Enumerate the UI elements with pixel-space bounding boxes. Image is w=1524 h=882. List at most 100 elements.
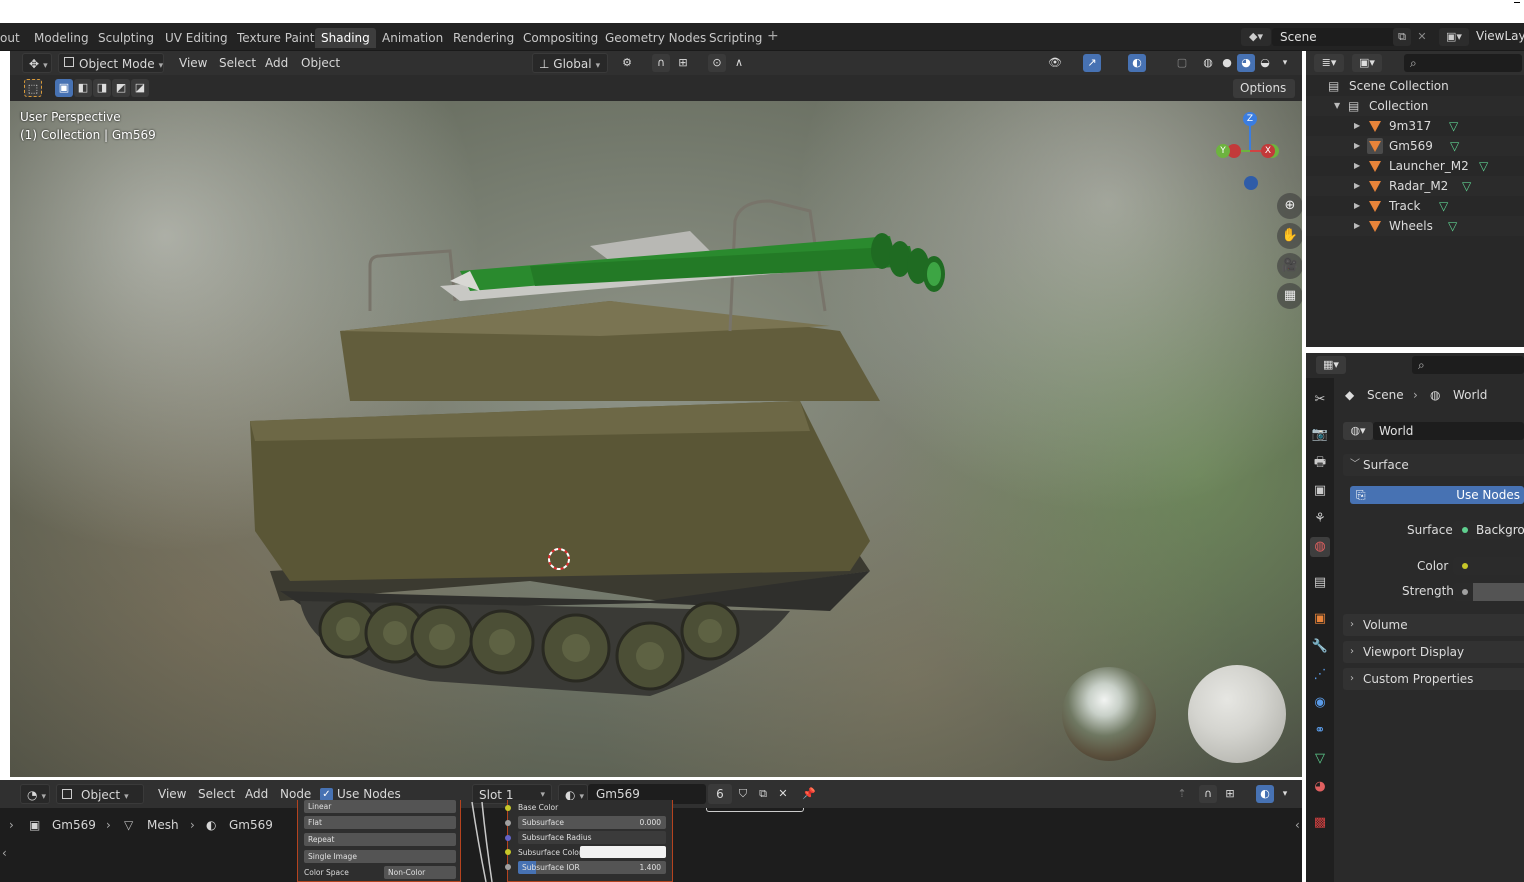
select-new-icon[interactable]: ▣ [55, 79, 73, 97]
material-users-count[interactable]: 6 [708, 784, 732, 804]
minimize-glyph[interactable] [1514, 2, 1520, 3]
node-menu-select[interactable]: Select [198, 784, 235, 804]
mesh-data-icon[interactable]: ▽ [1439, 196, 1448, 216]
outliner-object-row[interactable]: ▶ Gm569 ▽ [1306, 136, 1524, 156]
editor-type-icon[interactable]: ✥ ▾ [22, 53, 52, 73]
3d-viewport[interactable]: User Perspective (1) Collection | Gm569 … [10, 101, 1302, 777]
outliner-object-row[interactable]: ▶ Launcher_M2 ▽ [1306, 156, 1524, 176]
display-mode-icon[interactable]: ▣▾ [1352, 54, 1382, 72]
ortho-toggle-icon[interactable]: ▦ [1277, 283, 1302, 309]
image-texture-node[interactable]: Linear Flat Repeat Single Image Color Sp… [297, 800, 461, 882]
camera-view-icon[interactable]: 🎥 [1277, 253, 1302, 279]
tab-animation[interactable]: Animation [376, 28, 449, 48]
surface-shader-field[interactable]: Backgrou [1453, 521, 1524, 539]
zoom-icon[interactable]: ⊕ [1277, 193, 1302, 219]
collection-tab-icon[interactable]: ▤ [1310, 573, 1330, 593]
expand-triangle-icon[interactable]: ▶ [1354, 156, 1360, 176]
xray-icon[interactable]: ▢ [1173, 54, 1191, 72]
outliner-object-row[interactable]: ▶ 9m317 ▽ [1306, 116, 1524, 136]
volume-panel-header[interactable]: › Volume [1343, 614, 1524, 636]
strength-slider[interactable] [1473, 583, 1524, 601]
node-snap-target-icon[interactable]: ⊞ [1221, 785, 1239, 803]
properties-type-icon[interactable]: ▦▾ [1316, 356, 1346, 374]
view-layer-name[interactable]: ViewLaye [1476, 29, 1524, 43]
outliner-object-row[interactable]: ▶ Track ▽ [1306, 196, 1524, 216]
expand-triangle-icon[interactable]: ▶ [1354, 176, 1360, 196]
color-field[interactable] [1453, 557, 1524, 575]
view-layer-tab-icon[interactable]: ▣ [1310, 481, 1330, 501]
menu-select[interactable]: Select [219, 53, 256, 73]
falloff-icon[interactable]: ∧ [730, 54, 748, 72]
toolbar-toggle-arrow-icon[interactable]: ‹ [2, 846, 7, 860]
menu-add[interactable]: Add [265, 53, 288, 73]
properties-search-input[interactable]: ⌕ [1412, 356, 1524, 374]
outliner-collection[interactable]: ▼ ▤ Collection [1306, 96, 1524, 116]
fake-user-shield-icon[interactable]: ⛉ [734, 785, 752, 803]
overlay-toggle-icon[interactable]: ◐ [1128, 54, 1146, 72]
wireframe-shading-icon[interactable]: ◍ [1199, 54, 1217, 72]
sidebar-toggle-arrow-icon[interactable]: ‹ [1295, 818, 1300, 832]
pan-hand-icon[interactable]: ✋ [1277, 223, 1302, 249]
add-workspace-button[interactable]: + [767, 28, 779, 44]
subsurface-radius-dropdown[interactable]: Subsurface Radius [518, 831, 666, 844]
tab-texture-paint[interactable]: Texture Paint [231, 28, 320, 48]
scene-selector-icon[interactable]: ◆▾ [1241, 28, 1271, 46]
tab-uv-editing[interactable]: UV Editing [159, 28, 234, 48]
collapse-triangle-icon[interactable]: ▼ [1334, 96, 1340, 116]
modifier-tab-icon[interactable]: 🔧 [1310, 637, 1330, 657]
tab-compositing[interactable]: Compositing [517, 28, 604, 48]
mesh-data-icon[interactable]: ▽ [1448, 216, 1457, 236]
expand-triangle-icon[interactable]: ▶ [1354, 136, 1360, 156]
tab-scripting[interactable]: Scripting [703, 28, 768, 48]
node-menu-view[interactable]: View [158, 784, 186, 804]
output-tab-icon[interactable]: 🖶 [1310, 453, 1330, 473]
tab-modeling[interactable]: Modeling [28, 28, 95, 48]
pin-icon[interactable]: 📌 [800, 785, 818, 803]
node-editor-type-icon[interactable]: ◔ ▾ [20, 784, 50, 804]
tool-tab-icon[interactable]: ✂ [1310, 390, 1330, 410]
subsurface-radius-socket[interactable] [505, 835, 511, 841]
expand-triangle-icon[interactable]: ▶ [1354, 116, 1360, 136]
subsurface-color-socket[interactable] [505, 849, 511, 855]
shading-options-chevron-icon[interactable]: ▾ [1276, 54, 1294, 72]
outliner-type-icon[interactable]: ≣▾ [1314, 54, 1344, 72]
select-extend-icon[interactable]: ◧ [74, 79, 92, 97]
mesh-data-icon[interactable]: ▽ [1462, 176, 1471, 196]
color-space-dropdown[interactable]: Non-Color [384, 866, 456, 879]
gizmo-z-axis[interactable]: Z [1243, 112, 1257, 126]
strength-field[interactable] [1453, 583, 1524, 601]
subsurface-color-swatch[interactable] [580, 846, 666, 858]
constraints-tab-icon[interactable]: ⚭ [1310, 721, 1330, 741]
base-color-socket[interactable] [505, 805, 511, 811]
close-scene-icon[interactable]: ✕ [1413, 28, 1431, 46]
node-overlay-chevron-icon[interactable]: ▾ [1276, 785, 1294, 803]
outliner-object-row[interactable]: ▶ Radar_M2 ▽ [1306, 176, 1524, 196]
pivot-point-icon[interactable]: ⚙ [618, 54, 636, 72]
use-nodes-button[interactable]: ⎘ Use Nodes [1350, 486, 1524, 504]
menu-object[interactable]: Object [301, 53, 340, 73]
source-dropdown[interactable]: Single Image [304, 850, 456, 863]
select-subtract-icon[interactable]: ◨ [93, 79, 111, 97]
gizmo-toggle-icon[interactable]: ↗ [1083, 54, 1101, 72]
outliner-object-row[interactable]: ▶ Wheels ▽ [1306, 216, 1524, 236]
rendered-shading-icon[interactable]: ◒ [1256, 54, 1274, 72]
new-scene-icon[interactable]: ⧉ [1393, 28, 1411, 46]
texture-tab-icon[interactable]: ▩ [1310, 813, 1330, 833]
tab-sculpting[interactable]: Sculpting [92, 28, 160, 48]
mesh-data-icon[interactable]: ▽ [1449, 116, 1458, 136]
tab-rendering[interactable]: Rendering [447, 28, 520, 48]
snap-target-icon[interactable]: ⊞ [674, 54, 692, 72]
extension-dropdown[interactable]: Repeat [304, 833, 456, 846]
mesh-data-tab-icon[interactable]: ▽ [1310, 749, 1330, 769]
material-tab-icon[interactable]: ◕ [1310, 777, 1330, 797]
subsurface-socket[interactable] [505, 820, 511, 826]
expand-triangle-icon[interactable]: ▶ [1354, 216, 1360, 236]
custom-properties-panel-header[interactable]: › Custom Properties [1343, 668, 1524, 690]
scene-name-field[interactable]: Scene [1272, 28, 1396, 46]
duplicate-material-icon[interactable]: ⧉ [754, 785, 772, 803]
mesh-data-icon[interactable]: ▽ [1450, 136, 1459, 156]
tab-shading[interactable]: Shading [315, 28, 376, 48]
object-tab-icon[interactable]: ▣ [1310, 609, 1330, 629]
mesh-data-icon[interactable]: ▽ [1479, 156, 1488, 176]
scene-tab-icon[interactable]: ⚘ [1310, 509, 1330, 529]
